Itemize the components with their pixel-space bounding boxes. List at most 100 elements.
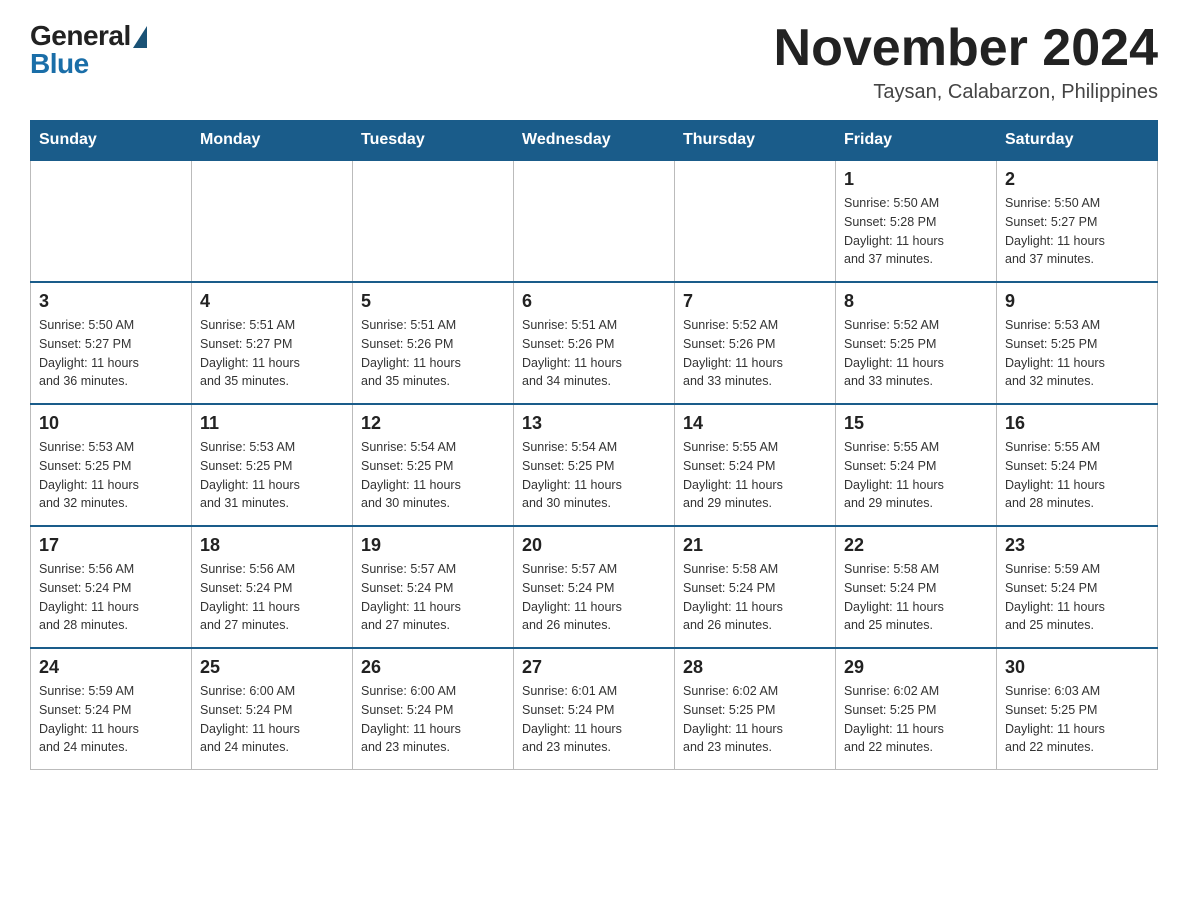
calendar-cell: 18 Sunrise: 5:56 AM Sunset: 5:24 PM Dayli…	[192, 526, 353, 648]
day-number: 26	[361, 657, 505, 678]
cell-content: 3Sunrise: 5:50 AM Sunset: 5:27 PM Daylig…	[39, 291, 183, 391]
calendar-cell	[675, 160, 836, 282]
cell-content: 24 Sunrise: 5:59 AM Sunset: 5:24 PM Dayli…	[39, 657, 183, 757]
cell-content: 6Sunrise: 5:51 AM Sunset: 5:26 PM Daylig…	[522, 291, 666, 391]
day-number: 8	[844, 291, 988, 312]
calendar-cell: 14Sunrise: 5:55 AM Sunset: 5:24 PM Dayli…	[675, 404, 836, 526]
calendar-cell: 4 Sunrise: 5:51 AM Sunset: 5:27 PM Daylig…	[192, 282, 353, 404]
day-info: Sunrise: 5:50 AM Sunset: 5:28 PM Dayligh…	[844, 194, 988, 269]
day-number: 29	[844, 657, 988, 678]
day-info: Sunrise: 5:54 AM Sunset: 5:25 PM Dayligh…	[522, 438, 666, 513]
calendar-cell: 5 Sunrise: 5:51 AM Sunset: 5:26 PM Daylig…	[353, 282, 514, 404]
day-number: 7	[683, 291, 827, 312]
day-info: Sunrise: 6:01 AM Sunset: 5:24 PM Dayligh…	[522, 682, 666, 757]
calendar-cell: 7 Sunrise: 5:52 AM Sunset: 5:26 PM Daylig…	[675, 282, 836, 404]
calendar-cell: 17Sunrise: 5:56 AM Sunset: 5:24 PM Dayli…	[31, 526, 192, 648]
calendar-week-5: 24 Sunrise: 5:59 AM Sunset: 5:24 PM Dayli…	[31, 648, 1158, 770]
calendar-week-1: 1 Sunrise: 5:50 AM Sunset: 5:28 PM Daylig…	[31, 160, 1158, 282]
calendar-cell: 10Sunrise: 5:53 AM Sunset: 5:25 PM Dayli…	[31, 404, 192, 526]
month-title: November 2024	[774, 20, 1158, 77]
day-info: Sunrise: 5:58 AM Sunset: 5:24 PM Dayligh…	[844, 560, 988, 635]
calendar-cell: 27 Sunrise: 6:01 AM Sunset: 5:24 PM Dayli…	[514, 648, 675, 770]
cell-content: 19Sunrise: 5:57 AM Sunset: 5:24 PM Dayli…	[361, 535, 505, 635]
calendar-cell: 1 Sunrise: 5:50 AM Sunset: 5:28 PM Daylig…	[836, 160, 997, 282]
day-number: 2	[1005, 169, 1149, 190]
day-number: 30	[1005, 657, 1149, 678]
calendar-cell: 12Sunrise: 5:54 AM Sunset: 5:25 PM Dayli…	[353, 404, 514, 526]
calendar-cell: 8 Sunrise: 5:52 AM Sunset: 5:25 PM Daylig…	[836, 282, 997, 404]
day-info: Sunrise: 5:51 AM Sunset: 5:26 PM Dayligh…	[522, 316, 666, 391]
day-info: Sunrise: 5:57 AM Sunset: 5:24 PM Dayligh…	[522, 560, 666, 635]
cell-content: 16Sunrise: 5:55 AM Sunset: 5:24 PM Dayli…	[1005, 413, 1149, 513]
calendar-cell: 25Sunrise: 6:00 AM Sunset: 5:24 PM Dayli…	[192, 648, 353, 770]
cell-content: 17Sunrise: 5:56 AM Sunset: 5:24 PM Dayli…	[39, 535, 183, 635]
day-info: Sunrise: 5:59 AM Sunset: 5:24 PM Dayligh…	[1005, 560, 1149, 635]
cell-content: 22 Sunrise: 5:58 AM Sunset: 5:24 PM Dayli…	[844, 535, 988, 635]
calendar-table: SundayMondayTuesdayWednesdayThursdayFrid…	[30, 120, 1158, 770]
day-info: Sunrise: 5:58 AM Sunset: 5:24 PM Dayligh…	[683, 560, 827, 635]
day-info: Sunrise: 5:52 AM Sunset: 5:26 PM Dayligh…	[683, 316, 827, 391]
weekday-header-saturday: Saturday	[997, 121, 1158, 161]
cell-content: 10Sunrise: 5:53 AM Sunset: 5:25 PM Dayli…	[39, 413, 183, 513]
day-number: 5	[361, 291, 505, 312]
cell-content: 5 Sunrise: 5:51 AM Sunset: 5:26 PM Daylig…	[361, 291, 505, 391]
cell-content: 9Sunrise: 5:53 AM Sunset: 5:25 PM Daylig…	[1005, 291, 1149, 391]
logo-blue-text: Blue	[30, 48, 89, 80]
calendar-cell: 6Sunrise: 5:51 AM Sunset: 5:26 PM Daylig…	[514, 282, 675, 404]
calendar-cell: 19Sunrise: 5:57 AM Sunset: 5:24 PM Dayli…	[353, 526, 514, 648]
cell-content: 27 Sunrise: 6:01 AM Sunset: 5:24 PM Dayli…	[522, 657, 666, 757]
day-number: 4	[200, 291, 344, 312]
day-number: 16	[1005, 413, 1149, 434]
calendar-cell: 28Sunrise: 6:02 AM Sunset: 5:25 PM Dayli…	[675, 648, 836, 770]
cell-content: 21 Sunrise: 5:58 AM Sunset: 5:24 PM Dayli…	[683, 535, 827, 635]
cell-content: 1 Sunrise: 5:50 AM Sunset: 5:28 PM Daylig…	[844, 169, 988, 269]
day-number: 13	[522, 413, 666, 434]
day-info: Sunrise: 5:54 AM Sunset: 5:25 PM Dayligh…	[361, 438, 505, 513]
day-info: Sunrise: 5:51 AM Sunset: 5:27 PM Dayligh…	[200, 316, 344, 391]
calendar-cell: 9Sunrise: 5:53 AM Sunset: 5:25 PM Daylig…	[997, 282, 1158, 404]
calendar-cell	[31, 160, 192, 282]
day-info: Sunrise: 6:00 AM Sunset: 5:24 PM Dayligh…	[361, 682, 505, 757]
calendar-cell: 22 Sunrise: 5:58 AM Sunset: 5:24 PM Dayli…	[836, 526, 997, 648]
weekday-header-sunday: Sunday	[31, 121, 192, 161]
day-info: Sunrise: 5:50 AM Sunset: 5:27 PM Dayligh…	[39, 316, 183, 391]
day-number: 1	[844, 169, 988, 190]
cell-content: 8 Sunrise: 5:52 AM Sunset: 5:25 PM Daylig…	[844, 291, 988, 391]
calendar-week-3: 10Sunrise: 5:53 AM Sunset: 5:25 PM Dayli…	[31, 404, 1158, 526]
day-number: 24	[39, 657, 183, 678]
day-info: Sunrise: 5:55 AM Sunset: 5:24 PM Dayligh…	[683, 438, 827, 513]
cell-content: 15Sunrise: 5:55 AM Sunset: 5:24 PM Dayli…	[844, 413, 988, 513]
cell-content: 20 Sunrise: 5:57 AM Sunset: 5:24 PM Dayli…	[522, 535, 666, 635]
day-info: Sunrise: 5:59 AM Sunset: 5:24 PM Dayligh…	[39, 682, 183, 757]
calendar-cell: 21 Sunrise: 5:58 AM Sunset: 5:24 PM Dayli…	[675, 526, 836, 648]
cell-content: 23 Sunrise: 5:59 AM Sunset: 5:24 PM Dayli…	[1005, 535, 1149, 635]
day-number: 20	[522, 535, 666, 556]
calendar-cell: 2Sunrise: 5:50 AM Sunset: 5:27 PM Daylig…	[997, 160, 1158, 282]
day-number: 17	[39, 535, 183, 556]
calendar-cell: 29Sunrise: 6:02 AM Sunset: 5:25 PM Dayli…	[836, 648, 997, 770]
location-text: Taysan, Calabarzon, Philippines	[774, 81, 1158, 104]
day-info: Sunrise: 6:02 AM Sunset: 5:25 PM Dayligh…	[683, 682, 827, 757]
day-info: Sunrise: 5:51 AM Sunset: 5:26 PM Dayligh…	[361, 316, 505, 391]
calendar-cell	[353, 160, 514, 282]
cell-content: 29Sunrise: 6:02 AM Sunset: 5:25 PM Dayli…	[844, 657, 988, 757]
day-number: 11	[200, 413, 344, 434]
day-number: 18	[200, 535, 344, 556]
cell-content: 2Sunrise: 5:50 AM Sunset: 5:27 PM Daylig…	[1005, 169, 1149, 269]
day-number: 19	[361, 535, 505, 556]
calendar-cell: 30Sunrise: 6:03 AM Sunset: 5:25 PM Dayli…	[997, 648, 1158, 770]
day-info: Sunrise: 5:53 AM Sunset: 5:25 PM Dayligh…	[1005, 316, 1149, 391]
day-number: 27	[522, 657, 666, 678]
day-info: Sunrise: 5:56 AM Sunset: 5:24 PM Dayligh…	[200, 560, 344, 635]
calendar-week-4: 17 Sunrise: 5:56 AM Sunset: 5:24 PM Dayli…	[31, 526, 1158, 648]
page-header: General Blue November 2024 Taysan, Calab…	[30, 20, 1158, 104]
day-number: 15	[844, 413, 988, 434]
day-number: 21	[683, 535, 827, 556]
day-number: 22	[844, 535, 988, 556]
cell-content: 28Sunrise: 6:02 AM Sunset: 5:25 PM Dayli…	[683, 657, 827, 757]
cell-content: 26 Sunrise: 6:00 AM Sunset: 5:24 PM Dayli…	[361, 657, 505, 757]
calendar-cell: 16Sunrise: 5:55 AM Sunset: 5:24 PM Dayli…	[997, 404, 1158, 526]
day-info: Sunrise: 5:52 AM Sunset: 5:25 PM Dayligh…	[844, 316, 988, 391]
cell-content: 11Sunrise: 5:53 AM Sunset: 5:25 PM Dayli…	[200, 413, 344, 513]
day-number: 23	[1005, 535, 1149, 556]
